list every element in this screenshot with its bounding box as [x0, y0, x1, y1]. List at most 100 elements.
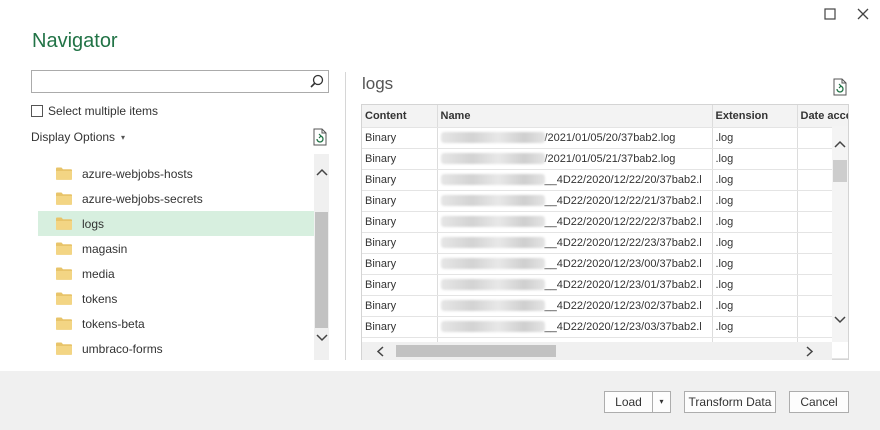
cell-name[interactable]: /2021/01/05/21/37bab2.log: [437, 148, 713, 170]
tree-item[interactable]: umbraco-forms: [38, 336, 314, 360]
cell-extension[interactable]: .log: [712, 253, 798, 275]
table-row[interactable]: Binary __4D22/2020/12/23/00/37bab2.l .log: [362, 253, 848, 275]
cell-extension[interactable]: .log: [712, 148, 798, 170]
folder-icon: [56, 242, 72, 255]
redacted-text: [440, 279, 545, 291]
cell-extension[interactable]: .log: [712, 211, 798, 233]
cell-content[interactable]: Binary: [362, 127, 438, 149]
search-input[interactable]: [32, 71, 302, 92]
table-vertical-scrollbar[interactable]: [832, 126, 848, 342]
refresh-icon[interactable]: [832, 78, 848, 96]
chevron-right-icon[interactable]: [806, 346, 814, 360]
cancel-button[interactable]: Cancel: [789, 391, 849, 413]
tree-item[interactable]: azure-webjobs-hosts: [38, 161, 314, 186]
chevron-down-icon[interactable]: [314, 334, 329, 345]
table-row[interactable]: Binary/2021/01/05/20/37bab2.log .log: [362, 127, 848, 149]
cell-content[interactable]: Binary: [362, 211, 438, 233]
cell-name[interactable]: __4D22/2020/12/22/21/37bab2.l: [437, 190, 713, 212]
redacted-text: [440, 300, 545, 312]
cell-extension[interactable]: .log: [712, 232, 798, 254]
cell-extension[interactable]: .log: [712, 316, 798, 338]
cell-extension[interactable]: .log: [712, 190, 798, 212]
tree-item-label: media: [82, 266, 115, 281]
table-row[interactable]: Binary __4D22/2020/12/22/21/37bab2.l .log: [362, 190, 848, 212]
folder-icon: [56, 192, 72, 205]
chevron-up-icon[interactable]: [314, 168, 329, 179]
cell-name-text: __4D22/2020/12/23/02/37bab2.l: [544, 299, 702, 312]
tree-item-label: tokens-beta: [82, 316, 145, 331]
search-icon[interactable]: [308, 73, 326, 91]
cell-name[interactable]: __4D22/2020/12/23/02/37bab2.l: [437, 295, 713, 317]
folder-icon: [56, 267, 72, 280]
table-row[interactable]: Binary __4D22/2020/12/23/02/37bab2.l .log: [362, 295, 848, 317]
cell-name[interactable]: __4D22/2020/12/23/00/37bab2.l: [437, 253, 713, 275]
search-box[interactable]: [31, 70, 329, 93]
tree-item[interactable]: logs: [38, 211, 314, 236]
table-hscroll-thumb[interactable]: [396, 345, 556, 357]
column-header-extension[interactable]: Extension: [712, 105, 798, 128]
display-options-dropdown[interactable]: Display Options ▾: [31, 130, 125, 144]
cell-name[interactable]: /2021/01/05/20/37bab2.log: [437, 127, 713, 149]
cell-name-text: /2021/01/05/20/37bab2.log: [544, 131, 676, 144]
tree-item[interactable]: azure-webjobs-secrets: [38, 186, 314, 211]
table-horizontal-scrollbar[interactable]: [362, 342, 832, 360]
redacted-text: [440, 174, 545, 186]
preview-table: Content Name Extension Date acces Binary…: [361, 104, 849, 360]
tree-item[interactable]: media: [38, 261, 314, 286]
cell-extension[interactable]: .log: [712, 295, 798, 317]
cell-extension[interactable]: .log: [712, 127, 798, 149]
table-row[interactable]: Binary __4D22/2020/12/22/23/37bab2.l .log: [362, 232, 848, 254]
select-multiple-checkbox[interactable]: [31, 105, 43, 117]
cell-name-text: __4D22/2020/12/23/01/37bab2.l: [544, 278, 702, 291]
tree-item-label: logs: [82, 216, 105, 231]
cell-name[interactable]: __4D22/2020/12/22/23/37bab2.l: [437, 232, 713, 254]
redacted-text: [440, 237, 545, 249]
chevron-up-icon[interactable]: [832, 140, 848, 151]
cell-extension[interactable]: .log: [712, 169, 798, 191]
tree-item[interactable]: tokens-beta: [38, 311, 314, 336]
redacted-text: [440, 321, 545, 333]
column-header-date-accessed[interactable]: Date acces: [797, 105, 848, 128]
close-icon[interactable]: [853, 4, 873, 24]
select-multiple-row[interactable]: Select multiple items: [31, 104, 158, 118]
load-dropdown-button[interactable]: ▾: [652, 391, 671, 413]
cell-content[interactable]: Binary: [362, 148, 438, 170]
chevron-down-icon[interactable]: [832, 316, 848, 327]
column-header-content[interactable]: Content: [362, 105, 438, 128]
folder-icon: [56, 217, 72, 230]
load-button[interactable]: Load: [604, 391, 653, 413]
cell-extension[interactable]: .log: [712, 274, 798, 296]
table-row[interactable]: Binary __4D22/2020/12/22/22/37bab2.l .log: [362, 211, 848, 233]
table-row[interactable]: Binary __4D22/2020/12/23/01/37bab2.l .log: [362, 274, 848, 296]
tree-item-label: magasin: [82, 241, 128, 256]
folder-icon: [56, 342, 72, 355]
table-row[interactable]: Binary/2021/01/05/21/37bab2.log .log: [362, 148, 848, 170]
cell-content[interactable]: Binary: [362, 253, 438, 275]
tree-item[interactable]: tokens: [38, 286, 314, 311]
tree-item-label: azure-webjobs-secrets: [82, 191, 203, 206]
cell-content[interactable]: Binary: [362, 295, 438, 317]
dialog-title: Navigator: [32, 30, 118, 52]
cell-content[interactable]: Binary: [362, 190, 438, 212]
cell-content[interactable]: Binary: [362, 274, 438, 296]
transform-data-button[interactable]: Transform Data: [684, 391, 776, 413]
cell-content[interactable]: Binary: [362, 232, 438, 254]
cell-content[interactable]: Binary: [362, 316, 438, 338]
table-scrollbar-thumb[interactable]: [833, 160, 847, 182]
table-row[interactable]: Binary __4D22/2020/12/22/20/37bab2.l .log: [362, 169, 848, 191]
cell-name[interactable]: __4D22/2020/12/23/01/37bab2.l: [437, 274, 713, 296]
cell-content[interactable]: Binary: [362, 169, 438, 191]
maximize-icon[interactable]: [820, 4, 840, 24]
tree-scrollbar-thumb[interactable]: [315, 212, 328, 328]
cell-name-text: __4D22/2020/12/22/20/37bab2.l: [544, 173, 702, 186]
cell-name[interactable]: __4D22/2020/12/23/03/37bab2.l: [437, 316, 713, 338]
redacted-text: [440, 195, 545, 207]
tree-scrollbar[interactable]: [314, 154, 329, 360]
refresh-icon[interactable]: [312, 128, 328, 146]
cell-name[interactable]: __4D22/2020/12/22/22/37bab2.l: [437, 211, 713, 233]
chevron-left-icon[interactable]: [376, 346, 384, 360]
table-row[interactable]: Binary __4D22/2020/12/23/03/37bab2.l .log: [362, 316, 848, 338]
column-header-name[interactable]: Name: [437, 105, 713, 128]
cell-name[interactable]: __4D22/2020/12/22/20/37bab2.l: [437, 169, 713, 191]
tree-item[interactable]: magasin: [38, 236, 314, 261]
